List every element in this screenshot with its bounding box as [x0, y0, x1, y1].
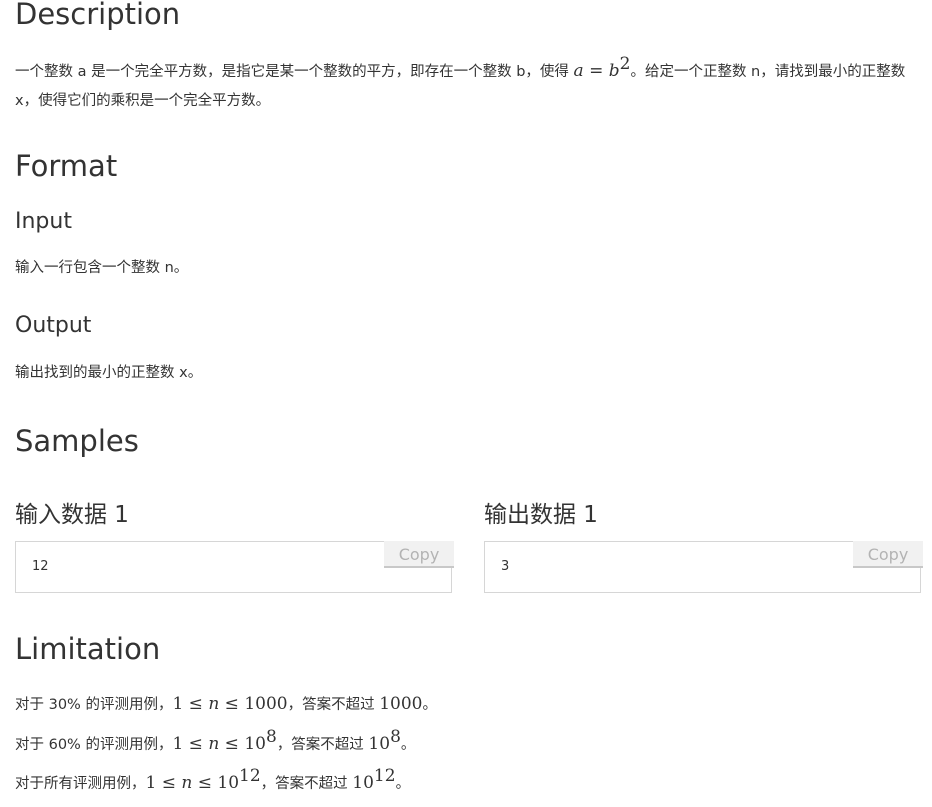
output-description: 输出找到的最小的正整数 x。 — [15, 365, 203, 381]
sample-input-value: 12 — [32, 559, 49, 574]
description-text-part: 一个整数 a 是一个完全平方数，是指它是某一个整数的平方，即存在一个整数 b，使… — [15, 64, 574, 80]
range-operator: ≤ — [219, 694, 245, 714]
math-b: b — [608, 61, 620, 81]
limitation-heading: Limitation — [15, 632, 161, 666]
sample-input-label: 输入数据 1 — [15, 502, 129, 528]
samples-heading: Samples — [15, 424, 139, 458]
format-heading: Format — [15, 149, 118, 183]
input-heading: Input — [15, 209, 72, 234]
limitation-prefix: 对于 30% 的评测用例， — [15, 697, 173, 713]
range-bound: 1000 — [244, 694, 288, 714]
range-bound-exponent: 8 — [265, 727, 277, 747]
answer-bound-exponent: 12 — [373, 766, 396, 786]
math-exponent: 2 — [619, 54, 631, 74]
sample-output-label: 输出数据 1 — [484, 502, 598, 528]
range-bound-exponent: 12 — [239, 766, 261, 786]
range-operator: ≤ — [219, 734, 245, 754]
answer-text: ，答案不超过 — [260, 776, 353, 792]
output-heading: Output — [15, 313, 92, 338]
copy-output-button[interactable]: Copy — [853, 541, 923, 568]
line-end: 。 — [395, 776, 411, 792]
math-a: a — [573, 61, 584, 81]
limitation-line: 对于 60% 的评测用例，1 ≤ n ≤ 108，答案不超过 108。 — [15, 729, 416, 757]
description-text: 一个整数 a 是一个完全平方数，是指它是某一个整数的平方，即存在一个整数 b，使… — [15, 54, 921, 116]
sample-output-value: 3 — [501, 559, 510, 574]
answer-bound: 10 — [352, 773, 374, 793]
range-start: 1 ≤ — [172, 694, 209, 714]
line-end: 。 — [422, 697, 437, 713]
description-heading: Description — [15, 0, 181, 31]
sample-output-block: 输出数据 1 3 Copy — [484, 500, 923, 593]
range-operator: ≤ — [192, 773, 218, 793]
range-start: 1 ≤ — [172, 734, 209, 754]
line-end: 。 — [400, 737, 416, 753]
answer-text: ，答案不超过 — [276, 737, 369, 753]
variable-n: n — [208, 734, 220, 754]
copy-input-button[interactable]: Copy — [384, 541, 454, 568]
range-bound: 10 — [217, 773, 240, 793]
answer-bound: 1000 — [379, 694, 423, 714]
range-bound: 10 — [244, 734, 266, 754]
limitation-prefix: 对于所有评测用例， — [15, 776, 146, 792]
limitation-line: 对于 30% 的评测用例，1 ≤ n ≤ 1000，答案不超过 1000。 — [15, 692, 437, 717]
answer-text: ，答案不超过 — [287, 697, 380, 713]
sample-input-block: 输入数据 1 12 Copy — [15, 500, 454, 593]
variable-n: n — [208, 694, 220, 714]
range-start: 1 ≤ — [145, 773, 182, 793]
answer-bound: 10 — [368, 734, 391, 754]
limitation-prefix: 对于 60% 的评测用例， — [15, 737, 173, 753]
variable-n: n — [181, 773, 193, 793]
math-equals: = — [583, 61, 609, 81]
limitation-line: 对于所有评测用例，1 ≤ n ≤ 1012，答案不超过 1012。 — [15, 768, 411, 796]
answer-bound-exponent: 8 — [390, 727, 401, 747]
input-description: 输入一行包含一个整数 n。 — [15, 260, 189, 276]
